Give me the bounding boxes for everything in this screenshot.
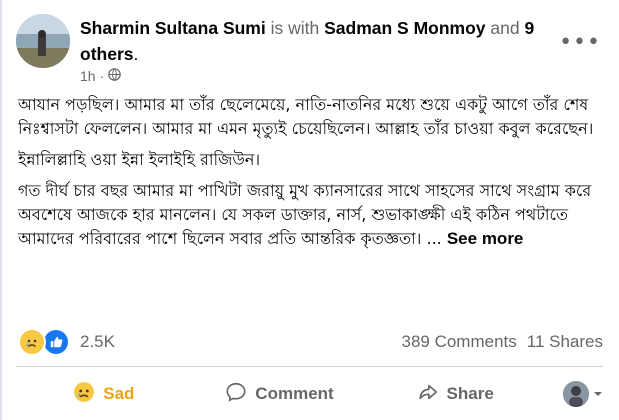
- see-more-link[interactable]: See more: [447, 229, 524, 248]
- post-time[interactable]: 1h: [80, 68, 96, 84]
- share-count[interactable]: 11 Shares: [527, 332, 603, 352]
- engagement-stats: 389 Comments 11 Shares: [401, 332, 603, 352]
- sad-reaction-icon: [18, 328, 46, 356]
- post-header: Sharmin Sultana Sumi is with Sadman S Mo…: [16, 12, 611, 90]
- tagged-person[interactable]: Sadman S Monmoy: [324, 18, 485, 38]
- current-user-avatar: [563, 381, 590, 407]
- globe-icon: [108, 68, 122, 84]
- action-bar: Sad Comment Share: [16, 372, 603, 416]
- with-text: is with: [270, 18, 320, 38]
- left-edge: [0, 0, 2, 420]
- share-icon: [417, 381, 439, 408]
- post-paragraph-2: ইন্নালিল্লাহি ওয়া ইন্না ইলাইহি রাজিউন।: [18, 150, 261, 169]
- comment-icon: [225, 381, 247, 408]
- comment-button[interactable]: Comment: [192, 381, 368, 408]
- author-avatar[interactable]: [16, 14, 70, 68]
- post-body: আযান পড়ছিল। আমার মা তাঁর ছেলেমেয়ে, নাত…: [18, 93, 603, 258]
- post-header-line: Sharmin Sultana Sumi is with Sadman S Mo…: [80, 15, 550, 67]
- chevron-down-icon: [593, 384, 603, 404]
- like-reaction-icon: [42, 328, 70, 356]
- share-label: Share: [446, 384, 494, 403]
- comment-count[interactable]: 389 Comments: [401, 332, 516, 352]
- post-paragraph-3: গত দীর্ঘ চার বছর আমার মা পাখিটা জরায়ু ম…: [18, 179, 603, 251]
- reaction-profile-selector[interactable]: [543, 381, 603, 407]
- sad-label: Sad: [103, 384, 135, 403]
- reaction-summary[interactable]: 2.5K: [18, 328, 115, 356]
- reaction-count: 2.5K: [80, 332, 115, 351]
- comment-label: Comment: [255, 384, 334, 403]
- post-paragraph-1: আযান পড়ছিল। আমার মা তাঁর ছেলেমেয়ে, নাত…: [18, 95, 594, 138]
- share-button[interactable]: Share: [367, 381, 543, 408]
- post-meta: 1h ·: [80, 68, 122, 84]
- more-icon[interactable]: •••: [559, 30, 601, 55]
- sad-reaction-button[interactable]: Sad: [16, 381, 192, 408]
- author-name[interactable]: Sharmin Sultana Sumi: [80, 18, 266, 38]
- actions-divider: [16, 366, 603, 367]
- and-text: and: [490, 18, 520, 38]
- sad-reaction-icon: [73, 381, 95, 408]
- period: .: [133, 44, 139, 64]
